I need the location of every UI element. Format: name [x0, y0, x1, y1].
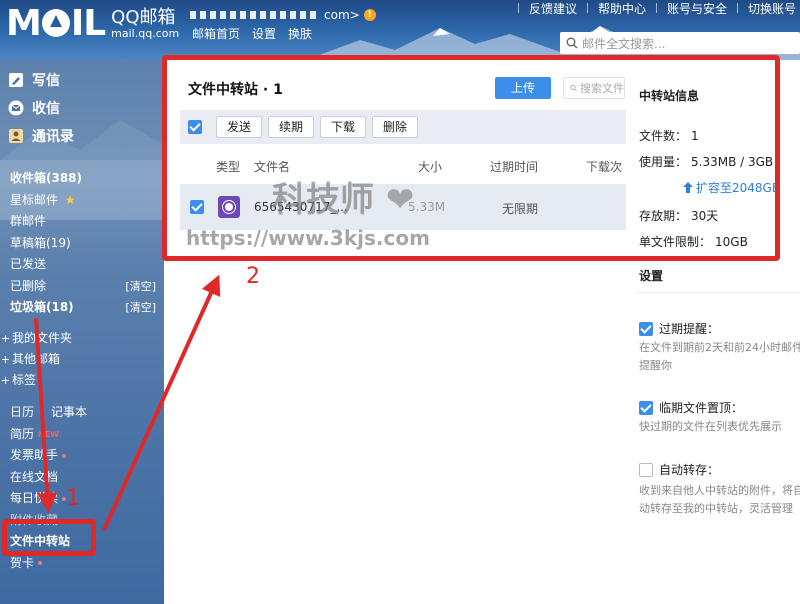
expand-icon — [2, 356, 9, 363]
empty-spam-link[interactable]: [清空] — [125, 297, 156, 319]
link-feedback[interactable]: 反馈建议 — [529, 0, 577, 17]
logo-mark: M IL — [6, 3, 106, 44]
envelope-icon — [8, 100, 24, 116]
group-my-folders[interactable]: 我的文件夹 — [2, 328, 152, 349]
nav-skin[interactable]: 换肤 — [288, 25, 312, 42]
folder-label: 草稿箱(19) — [10, 235, 71, 250]
header-links: 反馈建议 帮助中心 账号与安全 切换账号 — [517, 0, 800, 17]
folder-group-mail[interactable]: 群邮件 — [10, 211, 156, 233]
account-suffix: com> — [324, 8, 360, 22]
folder-label: 已删除 — [10, 278, 47, 293]
app-label: 在线文档 — [10, 469, 59, 484]
folder-spam[interactable]: 垃圾箱(18) [清空] — [10, 297, 156, 319]
folder-drafts[interactable]: 草稿箱(19) — [10, 233, 156, 255]
brand-name: QQ邮箱 — [111, 7, 176, 29]
app-row-calendar: 日历 记事本 — [10, 402, 160, 424]
receive-label: 收信 — [32, 101, 60, 117]
search-icon — [566, 37, 578, 49]
nav-mailbox-home[interactable]: 邮箱首页 — [192, 25, 240, 42]
divider — [636, 292, 800, 293]
folder-label: 已发送 — [10, 257, 47, 271]
app-label: 发票助手 — [10, 448, 59, 462]
account-name[interactable]: com> ! — [190, 8, 376, 22]
auto-save-checkbox[interactable] — [639, 462, 653, 477]
brand-domain: mail.qq.com — [111, 26, 180, 40]
expand-icon — [2, 335, 9, 342]
folder-sent[interactable]: 已发送 — [10, 254, 156, 276]
group-label: 我的文件夹 — [12, 331, 73, 345]
group-list: 我的文件夹 其他邮箱 标签 — [2, 328, 152, 391]
setting-label: 自动转存： — [659, 463, 720, 477]
setting-label: 过期提醒： — [659, 322, 720, 336]
star-icon: ★ — [64, 192, 76, 207]
contacts-label: 通讯录 — [32, 129, 74, 145]
folder-starred[interactable]: 星标邮件 ★ — [10, 190, 156, 212]
warning-icon[interactable]: ! — [363, 9, 376, 21]
group-label: 标签 — [12, 373, 37, 387]
setting-expire-reminder[interactable]: 过期提醒： — [639, 320, 719, 337]
mail-search-input[interactable]: 邮件全文搜索... — [560, 32, 800, 54]
setting-desc: 收到来自他人中转站的附件，将自动转存至我的中转站，灵活管理 — [639, 484, 800, 515]
new-badge: NEW — [38, 429, 59, 439]
folder-label: 星标邮件 — [10, 192, 59, 207]
expand-icon — [2, 377, 9, 384]
setting-auto-save[interactable]: 自动转存： — [639, 461, 719, 478]
group-label: 其他邮箱 — [12, 352, 61, 366]
app-notepad[interactable]: 记事本 — [51, 402, 87, 424]
qq-mail-logo[interactable]: M IL QQ邮箱 mail.qq.com — [6, 4, 179, 44]
blurred-email — [190, 11, 320, 19]
search-placeholder: 邮件全文搜索... — [582, 36, 666, 51]
receive-button[interactable]: 收信 — [8, 98, 60, 118]
folder-deleted[interactable]: 已删除 [清空] — [10, 276, 156, 298]
app-online-docs[interactable]: 在线文档 — [10, 467, 160, 489]
folder-label: 群邮件 — [10, 214, 47, 228]
header-nav: 邮箱首页 设置 换肤 — [192, 25, 312, 42]
app-label: 每日悦读 — [10, 491, 59, 505]
compose-button[interactable]: 写信 — [8, 70, 60, 90]
setting-label: 临期文件置顶： — [659, 401, 744, 415]
empty-deleted-link[interactable]: [清空] — [125, 276, 156, 298]
folder-label: 收件箱(388) — [10, 171, 83, 185]
setting-desc: 快过期的文件在列表优先展示 — [639, 420, 782, 433]
expire-reminder-checkbox[interactable] — [639, 321, 653, 336]
notify-dot — [38, 561, 43, 566]
app-invoice[interactable]: 发票助手 — [10, 445, 160, 467]
compose-label: 写信 — [32, 73, 60, 89]
group-other-mailboxes[interactable]: 其他邮箱 — [2, 349, 152, 370]
highlight-box-1 — [2, 519, 96, 556]
pencil-icon — [8, 72, 24, 88]
folder-label: 垃圾箱(18) — [10, 300, 74, 314]
watermark-title: 科技师 ❤ — [272, 172, 414, 221]
settings-title: 设置 — [639, 269, 664, 283]
nav-settings[interactable]: 设置 — [252, 25, 276, 42]
setting-pin-expiring[interactable]: 临期文件置顶： — [639, 399, 743, 416]
watermark-text: 科技师 — [272, 180, 374, 220]
contacts-icon — [8, 128, 24, 144]
link-help[interactable]: 帮助中心 — [598, 0, 646, 17]
notify-dot — [62, 453, 67, 458]
link-account-security[interactable]: 账号与安全 — [667, 0, 727, 17]
setting-desc: 在文件到期前2天和前24小时邮件提醒你 — [639, 341, 800, 372]
top-header: M IL QQ邮箱 mail.qq.com com> ! 邮箱首页 设置 换肤 反… — [0, 0, 800, 60]
pin-expiring-checkbox[interactable] — [639, 400, 653, 415]
app-daily-reading[interactable]: 每日悦读 — [10, 488, 160, 510]
watermark-url: https://www.3kjs.com — [186, 226, 430, 250]
annotation-number-1: 1 — [66, 486, 80, 511]
link-switch-account[interactable]: 切换账号 — [748, 0, 796, 17]
contacts-button[interactable]: 通讯录 — [8, 126, 74, 146]
annotation-number-2: 2 — [246, 264, 260, 289]
folder-inbox[interactable]: 收件箱(388) — [10, 168, 156, 190]
folder-list: 收件箱(388) 星标邮件 ★ 群邮件 草稿箱(19) 已发送 已删除 [清空]… — [10, 168, 156, 319]
app-calendar[interactable]: 日历 — [10, 402, 34, 424]
group-tags[interactable]: 标签 — [2, 370, 152, 391]
heart-icon: ❤ — [385, 180, 415, 220]
app-label: 简历 — [10, 426, 35, 441]
app-resume[interactable]: 简历 NEW — [10, 424, 160, 446]
